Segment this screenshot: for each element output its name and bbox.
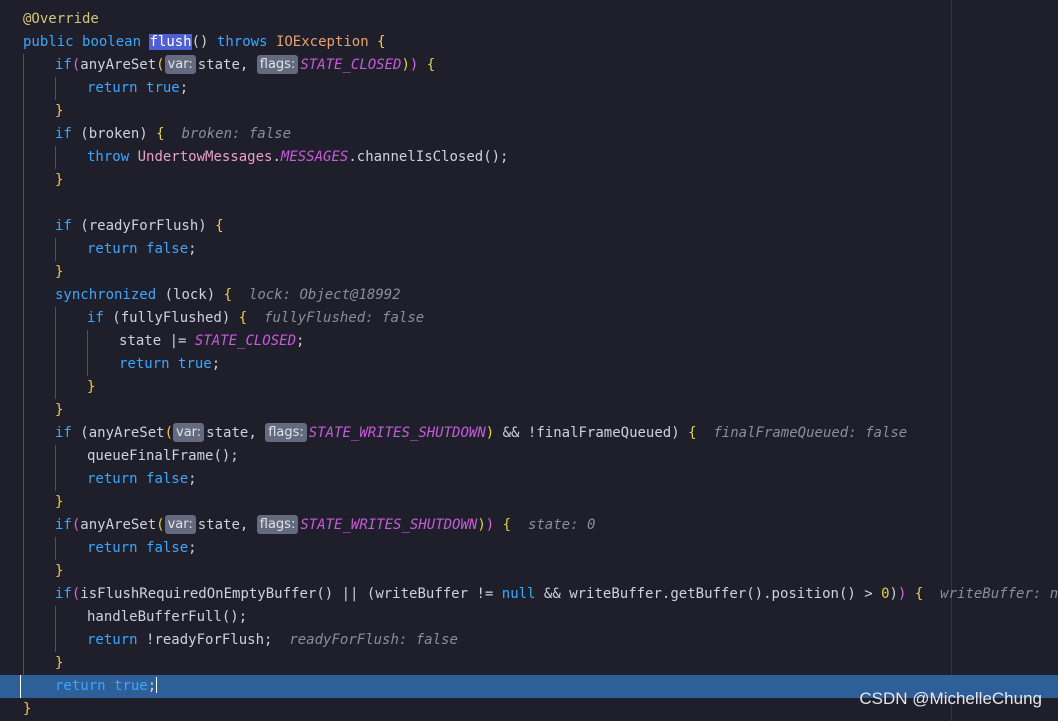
inline-debug-value: state: 0 [527, 517, 596, 533]
code-line-2[interactable]: public boolean flush() throws IOExceptio… [0, 31, 1058, 54]
param-hint: flags: [256, 55, 299, 74]
code-line-7[interactable]: throw UndertowMessages.MESSAGES.channelI… [0, 146, 1058, 169]
code-line-14[interactable]: if (fullyFlushed) { fullyFlushed: false [0, 307, 1058, 330]
code-line-1[interactable]: @Override [0, 8, 1058, 31]
code-line-17[interactable]: } [0, 376, 1058, 399]
code-line-24[interactable]: return false; [0, 537, 1058, 560]
inline-debug-value: readyForFlush: false [289, 632, 458, 648]
code-line-5[interactable]: } [0, 100, 1058, 123]
code-line-26[interactable]: if(isFlushRequiredOnEmptyBuffer() || (wr… [0, 583, 1058, 606]
code-line-23[interactable]: if(anyAreSet(var: state, flags: STATE_WRIT… [0, 514, 1058, 537]
param-hint: var: [173, 423, 205, 442]
code-editor[interactable]: @Override public boolean flush() throws … [0, 0, 1058, 721]
code-line-18[interactable]: } [0, 399, 1058, 422]
watermark: CSDN @MichelleChung [859, 689, 1042, 708]
code-line-8[interactable]: } [0, 169, 1058, 192]
code-line-22[interactable]: } [0, 491, 1058, 514]
code-line-4[interactable]: return true; [0, 77, 1058, 100]
code-line-3[interactable]: if(anyAreSet(var: state, flags: STATE_CLOS… [0, 54, 1058, 77]
inline-debug-value: writeBuffer: null [940, 586, 1058, 602]
code-line-12[interactable]: } [0, 261, 1058, 284]
code-line-28[interactable]: return !readyForFlush; readyForFlush: fa… [0, 629, 1058, 652]
code-line-15[interactable]: state |= STATE_CLOSED; [0, 330, 1058, 353]
indent-guide [23, 54, 24, 77]
text-caret [156, 677, 158, 693]
inline-debug-value: broken: false [181, 126, 292, 142]
inline-debug-value: fullyFlushed: false [264, 310, 425, 326]
code-line-29[interactable]: } [0, 652, 1058, 675]
code-line-21[interactable]: return false; [0, 468, 1058, 491]
code-line-27[interactable]: handleBufferFull(); [0, 606, 1058, 629]
inline-debug-value: finalFrameQueued: false [713, 425, 908, 441]
annotation: @Override [23, 11, 99, 27]
param-hint: flags: [256, 515, 299, 534]
code-line-25[interactable]: } [0, 560, 1058, 583]
code-line-16[interactable]: return true; [0, 353, 1058, 376]
code-line-19[interactable]: if (anyAreSet(var: state, flags: STATE_WRI… [0, 422, 1058, 445]
code-line-6[interactable]: if (broken) { broken: false [0, 123, 1058, 146]
param-hint: var: [164, 515, 196, 534]
param-hint: flags: [265, 423, 307, 442]
code-line-9[interactable] [0, 192, 1058, 215]
code-line-13[interactable]: synchronized (lock) { lock: Object@18992 [0, 284, 1058, 307]
inline-debug-value: lock: Object@18992 [248, 287, 401, 303]
code-line-11[interactable]: return false; [0, 238, 1058, 261]
param-hint: var: [164, 55, 196, 74]
code-line-20[interactable]: queueFinalFrame(); [0, 445, 1058, 468]
selected-method-name[interactable]: flush [149, 34, 192, 50]
code-line-10[interactable]: if (readyForFlush) { [0, 215, 1058, 238]
